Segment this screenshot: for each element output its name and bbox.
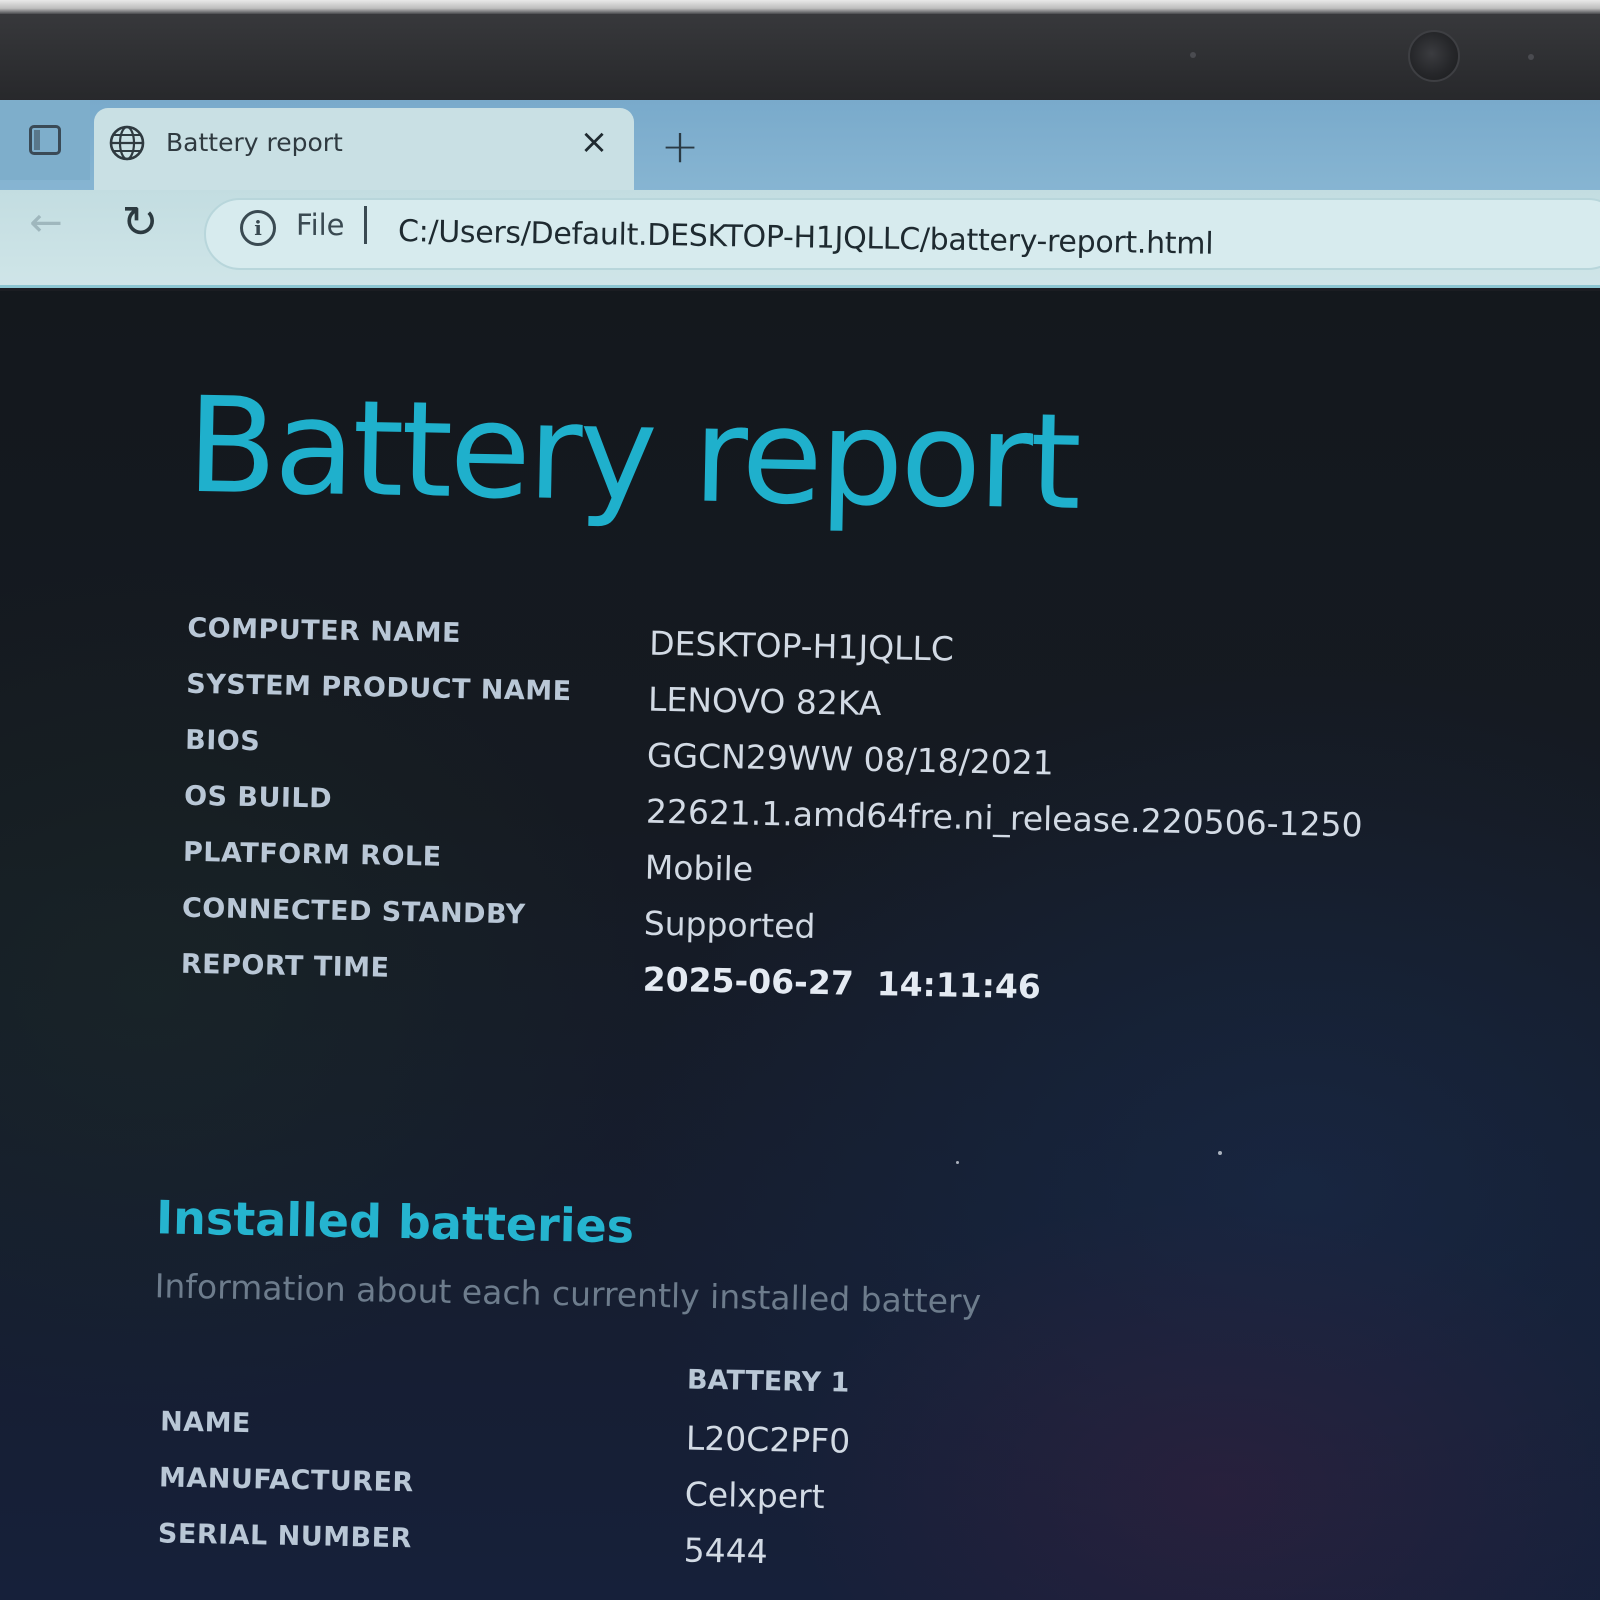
battery-value: 5444	[683, 1530, 769, 1572]
info-value: GGCN29WW 08/18/2021	[646, 735, 1055, 783]
battery-key: MANUFACTURER	[158, 1462, 415, 1499]
battery-key: NAME	[159, 1406, 252, 1440]
info-key: REPORT TIME	[180, 948, 390, 984]
info-value: DESKTOP-H1JQLLC	[648, 623, 955, 669]
monitor-top-edge	[0, 0, 1600, 14]
battery-value: Celxpert	[684, 1474, 825, 1517]
screen-dust-speck	[956, 1161, 959, 1164]
info-value: 22621.1.amd64fre.ni_release.220506-1250	[645, 791, 1363, 845]
screen-dust-speck	[1218, 1151, 1222, 1155]
reload-button[interactable]: ↻	[110, 196, 170, 250]
section-title-installed-batteries: Installed batteries	[155, 1190, 635, 1254]
address-divider	[364, 206, 367, 244]
info-key: CONNECTED STANDBY	[181, 892, 526, 931]
report-body: Battery report COMPUTER NAME DESKTOP-H1J…	[0, 287, 1600, 1600]
info-value: LENOVO 82KA	[647, 679, 882, 724]
webcam	[1408, 30, 1460, 82]
report-time-value: 2025-06-27 14:11:46	[642, 959, 1042, 1007]
globe-icon	[109, 125, 145, 161]
sidebar-panel-icon	[29, 125, 61, 155]
tab-battery-report[interactable]: Battery report ×	[94, 108, 634, 194]
info-value: Mobile	[644, 847, 754, 889]
info-key: PLATFORM ROLE	[182, 836, 442, 873]
info-key: SYSTEM PRODUCT NAME	[185, 668, 572, 708]
info-key: OS BUILD	[183, 780, 333, 815]
page-content: Battery report COMPUTER NAME DESKTOP-H1J…	[0, 291, 1600, 1600]
site-info-icon[interactable]: i	[240, 210, 276, 246]
bezel-sensor-dot	[1528, 54, 1534, 60]
close-tab-icon[interactable]: ×	[574, 122, 614, 162]
info-key: BIOS	[184, 724, 261, 758]
page-title: Battery report	[185, 368, 1080, 540]
bezel-sensor-dot	[1190, 52, 1196, 58]
battery-column-header: BATTERY 1	[686, 1364, 850, 1399]
info-value: Supported	[643, 903, 816, 946]
back-button[interactable]: ←	[16, 198, 76, 248]
new-tab-button[interactable]: +	[656, 122, 704, 170]
section-subtitle: Information about each currently install…	[154, 1266, 982, 1322]
scheme-label: File	[296, 208, 345, 242]
photo-stage: Battery report × + ← ↻ i File C:/Users/D…	[0, 0, 1600, 1600]
battery-value: L20C2PF0	[685, 1418, 851, 1461]
info-key: COMPUTER NAME	[187, 612, 462, 650]
tab-title: Battery report	[166, 128, 343, 157]
sidebar-toggle-button[interactable]	[0, 100, 90, 180]
battery-key: SERIAL NUMBER	[157, 1518, 413, 1555]
